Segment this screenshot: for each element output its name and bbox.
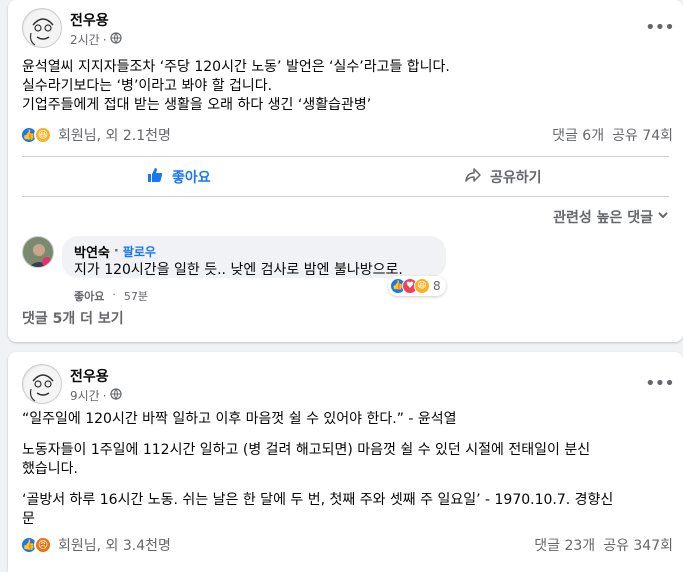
reaction-count[interactable]: 회원님, 외 2.1천명: [58, 125, 171, 145]
globe-icon: [109, 388, 122, 403]
post-text: 윤석열씨 지지자들조차 ‘주당 120시간 노동’ 발언은 ‘실수’라고들 합니…: [22, 58, 672, 115]
like-label: 좋아요: [172, 170, 211, 186]
post-line: 실수라기보다는 ‘병’이라고 봐야 할 겁니다.: [22, 78, 273, 94]
post-card: 전우용 9시간 · ••• “일주일에 120시간 바짝 일하고 이후 마음껏 …: [8, 352, 683, 572]
follow-link[interactable]: 팔로우: [123, 243, 156, 260]
comment-meta: 좋아요 · 57분: [74, 288, 148, 304]
author-avatar[interactable]: [22, 364, 62, 404]
reaction-count[interactable]: 회원님, 외 3.4천명: [58, 535, 171, 555]
reaction-icons[interactable]: 👍 😠: [20, 536, 52, 554]
share-count[interactable]: 공유 74회: [612, 125, 673, 145]
comment-like-link[interactable]: 좋아요: [74, 288, 104, 304]
share-button[interactable]: 공유하기: [464, 160, 542, 194]
post-line: 했습니다.: [22, 461, 78, 477]
comment-author[interactable]: 박연숙: [74, 242, 110, 261]
comment-text: 지가 120시간을 일한 듯.. 낮엔 검사로 밤엔 불나방으로.: [74, 262, 403, 278]
share-arrow-icon: [464, 166, 482, 188]
comment-reaction-count: 8: [433, 279, 441, 293]
post-stats: 댓글 23개 공유 347회: [534, 535, 673, 555]
globe-icon: [109, 32, 122, 47]
post-line: ‘골방서 하루 16시간 노동. 쉬는 날은 한 달에 두 번, 첫째 주와 셋…: [22, 492, 614, 508]
comment-author-row: 박연숙 · 팔로우: [74, 242, 156, 261]
post-time[interactable]: 9시간: [70, 387, 100, 404]
share-count[interactable]: 공유 347회: [603, 535, 673, 555]
more-options-icon[interactable]: •••: [645, 372, 675, 396]
post-text: “일주일에 120시간 바짝 일하고 이후 마음껏 쉴 수 있어야 한다.” -…: [22, 410, 672, 529]
like-button[interactable]: 좋아요: [146, 160, 211, 194]
post-card: 전우용 2시간 · ••• 윤석열씨 지지자들조차 ‘주당 120시간 노동’ …: [8, 0, 683, 342]
comment-bubble: 박연숙 · 팔로우 지가 120시간을 일한 듯.. 낮엔 검사로 밤엔 불나방…: [62, 236, 446, 278]
comment-time[interactable]: 57분: [124, 288, 148, 304]
post-meta: 9시간 ·: [70, 387, 122, 404]
reaction-summary: 👍 😠 회원님, 외 3.4천명 댓글 23개 공유 347회: [20, 534, 673, 556]
thumbs-up-icon: [146, 166, 164, 188]
post-line: 기업주들에게 접대 받는 생활을 오래 하다 생긴 ‘생활습관병’: [22, 97, 372, 113]
author-avatar[interactable]: [22, 8, 62, 48]
commenter-avatar[interactable]: [22, 236, 54, 268]
post-line: 윤석열씨 지지자들조차 ‘주당 120시간 노동’ 발언은 ‘실수’라고들 합니…: [22, 59, 450, 75]
author-name[interactable]: 전우용: [70, 10, 109, 30]
sort-label: 관련성 높은 댓글: [553, 210, 653, 226]
post-time[interactable]: 2시간: [70, 31, 100, 48]
divider: [22, 196, 669, 197]
share-label: 공유하기: [490, 170, 542, 186]
divider: [22, 156, 669, 157]
post-stats: 댓글 6개 공유 74회: [552, 125, 673, 145]
haha-reaction-icon: 😆: [414, 278, 430, 294]
comment-sort-dropdown[interactable]: 관련성 높은 댓글: [553, 207, 669, 227]
post-meta: 2시간 ·: [70, 31, 122, 48]
chevron-down-icon: [657, 209, 669, 225]
author-name[interactable]: 전우용: [70, 366, 109, 386]
post-line: 노동자들이 1주일에 112시간 일하고 (병 걸려 해고되면) 마음껏 쉴 수…: [22, 442, 591, 458]
angry-reaction-icon: 😠: [34, 536, 52, 554]
view-more-comments-link[interactable]: 댓글 5개 더 보기: [22, 308, 124, 328]
reaction-summary: 👍 😆 회원님, 외 2.1천명 댓글 6개 공유 74회: [20, 124, 673, 146]
haha-reaction-icon: 😆: [34, 126, 52, 144]
comment-count[interactable]: 댓글 23개: [534, 535, 595, 555]
post-line: “일주일에 120시간 바짝 일하고 이후 마음껏 쉴 수 있어야 한다.” -…: [22, 411, 457, 427]
comment-count[interactable]: 댓글 6개: [552, 125, 604, 145]
reaction-icons[interactable]: 👍 😆: [20, 126, 52, 144]
post-line: 문: [22, 511, 35, 527]
comment-reactions[interactable]: 👍 ♥ 😆 8: [388, 276, 446, 296]
more-options-icon[interactable]: •••: [645, 16, 675, 40]
